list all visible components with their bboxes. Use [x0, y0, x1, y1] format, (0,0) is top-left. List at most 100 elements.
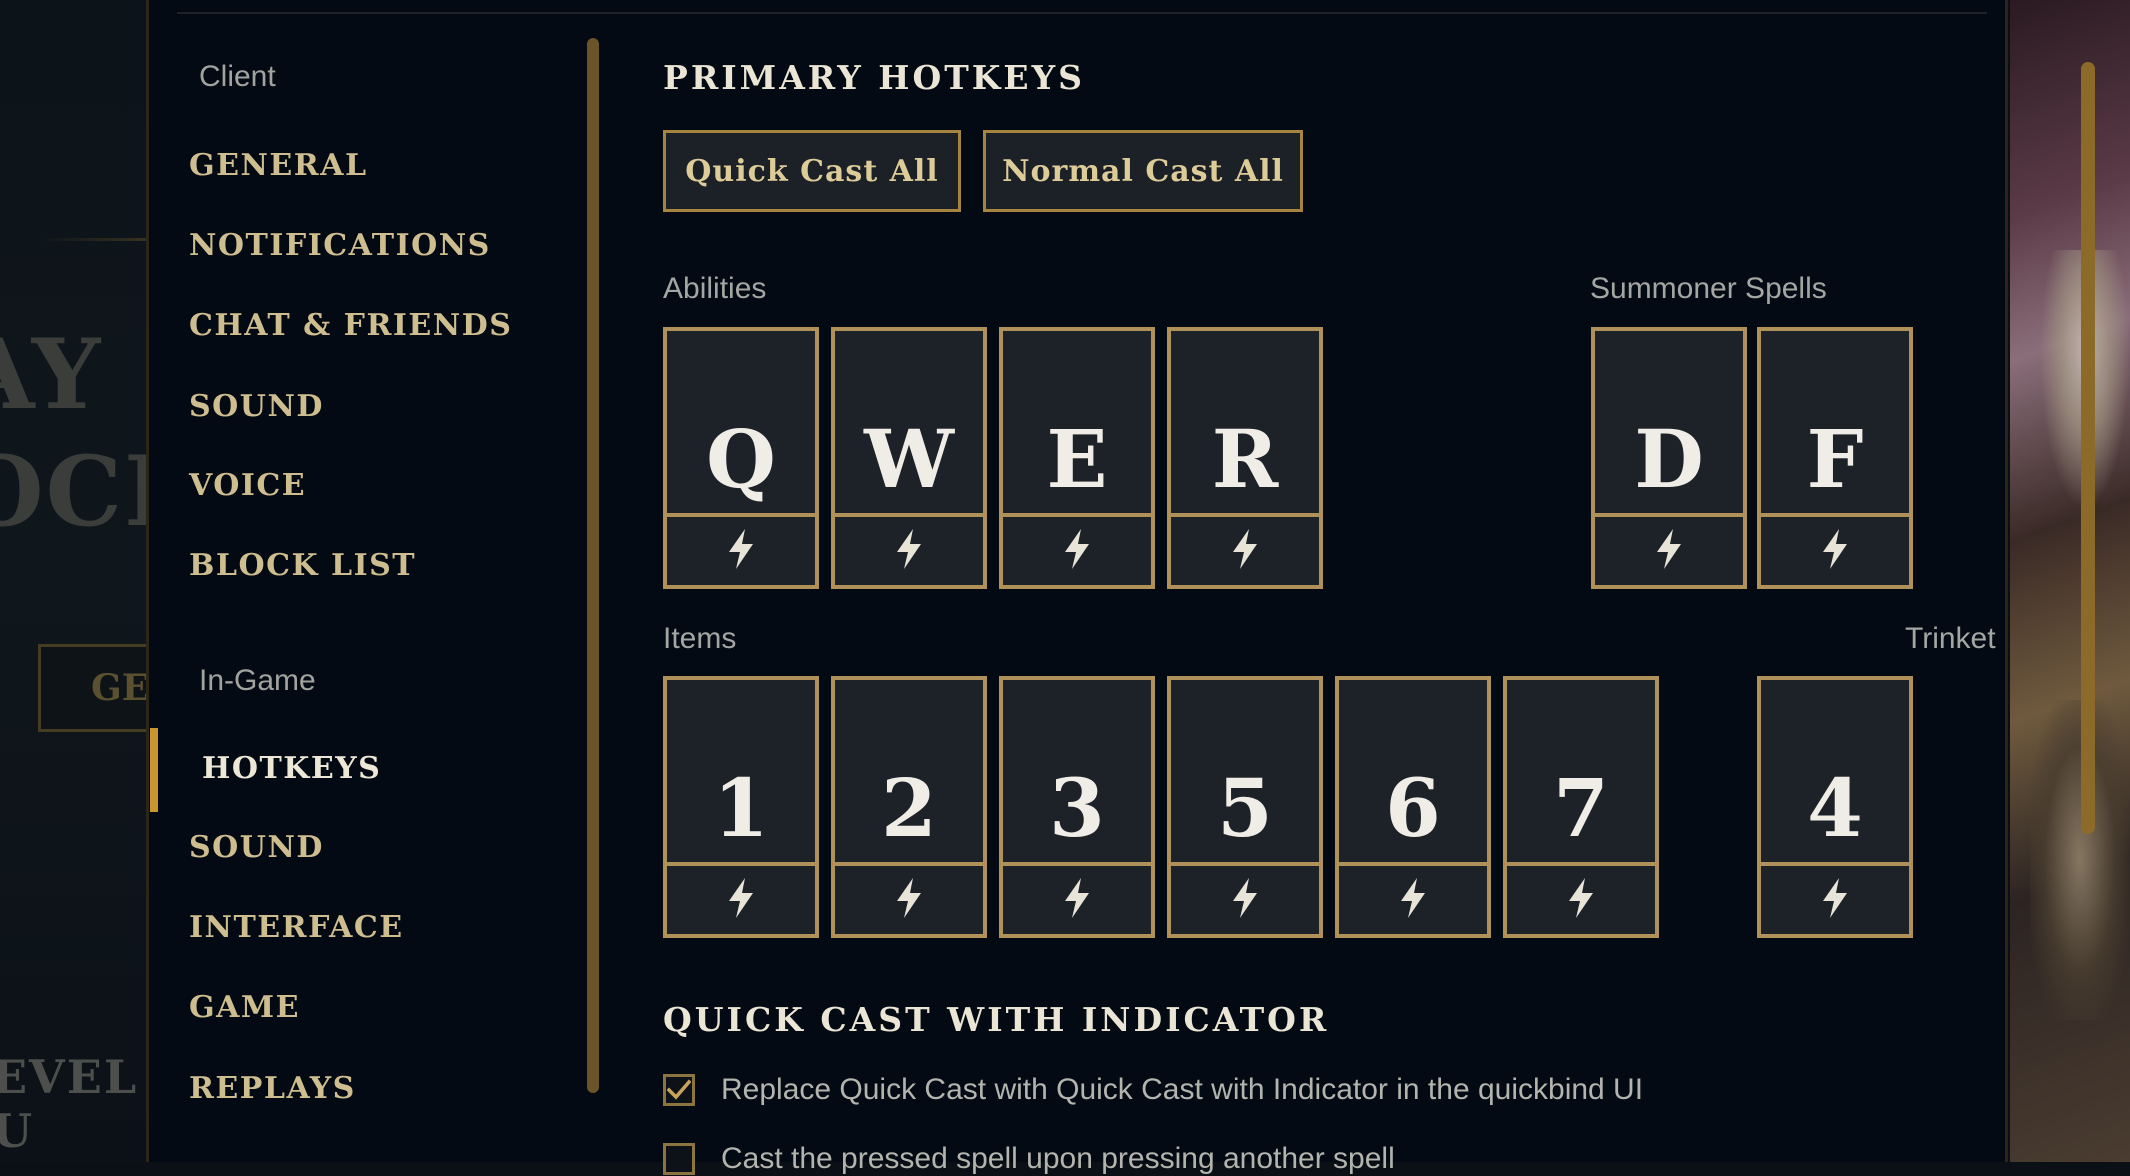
sidebar-item-block-list[interactable]: BLOCK LIST	[189, 548, 416, 583]
quick-cast-toggle[interactable]	[1595, 513, 1743, 585]
keybind-label-area: 7	[1507, 680, 1655, 866]
quick-cast-all-button[interactable]: Quick Cast All	[663, 130, 961, 212]
background-title-line-1: AY	[0, 318, 103, 431]
keybind-label-area: E	[1003, 331, 1151, 517]
quick-cast-toggle[interactable]	[1171, 513, 1319, 585]
keybind-label: 4	[1807, 761, 1863, 855]
keybind-label: Q	[706, 412, 776, 506]
keybind-label: R	[1211, 412, 1279, 506]
sidebar-scrollbar[interactable]	[587, 38, 599, 1093]
summoner-spell-key[interactable]: D	[1591, 327, 1747, 589]
ability-key[interactable]: W	[831, 327, 987, 589]
normal-cast-all-button[interactable]: Normal Cast All	[983, 130, 1303, 212]
item-key[interactable]: 6	[1335, 676, 1491, 938]
keybind-label-area: 5	[1171, 680, 1319, 866]
content-scrollbar[interactable]	[2081, 62, 2095, 834]
hotkeys-content: PRIMARY HOTKEYS Quick Cast All Normal Ca…	[663, 0, 1996, 1175]
quick-cast-toggle[interactable]	[1507, 862, 1655, 934]
keybind-label: 1	[713, 761, 769, 855]
keybind-label-area: W	[835, 331, 983, 517]
keybind-label: E	[1046, 412, 1108, 506]
lightning-bolt-icon	[1401, 878, 1425, 918]
keybind-label: F	[1806, 412, 1864, 506]
item-key[interactable]: 3	[999, 676, 1155, 938]
background-art-shape	[2030, 700, 2130, 1020]
trinket-key[interactable]: 4	[1757, 676, 1913, 938]
item-key[interactable]: 2	[831, 676, 987, 938]
sidebar-item-hotkeys[interactable]: HOTKEYS	[202, 751, 381, 786]
keybind-label-area: R	[1171, 331, 1319, 517]
lightning-bolt-icon	[729, 529, 753, 569]
keybind-label: 6	[1385, 761, 1441, 855]
lightning-bolt-icon	[897, 878, 921, 918]
quick-cast-toggle[interactable]	[1761, 862, 1909, 934]
cast-pressed-spell-checkbox[interactable]	[663, 1143, 695, 1175]
checkmark-icon	[667, 1079, 691, 1100]
summoner-spells-label: Summoner Spells	[1590, 272, 1827, 305]
active-indicator	[150, 728, 158, 812]
keybind-label: 2	[881, 761, 937, 855]
keybind-label: 7	[1553, 761, 1609, 855]
sidebar-section-in-game: In-Game	[199, 664, 316, 697]
keybind-label: D	[1634, 412, 1704, 506]
quick-cast-toggle[interactable]	[835, 513, 983, 585]
ability-key[interactable]: R	[1167, 327, 1323, 589]
items-label: Items	[663, 622, 737, 655]
item-key[interactable]: 7	[1503, 676, 1659, 938]
lightning-bolt-icon	[1065, 878, 1089, 918]
background-footer-text: EVEL U	[0, 1050, 139, 1158]
sidebar-item-interface[interactable]: INTERFACE	[189, 910, 404, 945]
sidebar-item-general[interactable]: GENERAL	[189, 148, 368, 183]
keybind-label-area: 6	[1339, 680, 1487, 866]
option-cast-pressed-spell: Cast the pressed spell upon pressing ano…	[663, 1142, 1395, 1176]
background-title-line-2: OCK	[0, 435, 148, 548]
lightning-bolt-icon	[729, 878, 753, 918]
sidebar-item-game[interactable]: GAME	[189, 990, 300, 1025]
keybind-label: 5	[1217, 761, 1273, 855]
lightning-bolt-icon	[1823, 878, 1847, 918]
lightning-bolt-icon	[1233, 529, 1257, 569]
replace-quick-cast-checkbox[interactable]	[663, 1074, 695, 1106]
lightning-bolt-icon	[897, 529, 921, 569]
background-button: GE	[38, 644, 148, 732]
sidebar-item-replays[interactable]: REPLAYS	[189, 1071, 356, 1106]
lightning-bolt-icon	[1065, 529, 1089, 569]
sidebar-item-chat-friends[interactable]: CHAT & FRIENDS	[189, 308, 512, 343]
replace-quick-cast-label: Replace Quick Cast with Quick Cast with …	[721, 1073, 1644, 1106]
quick-cast-toggle[interactable]	[1171, 862, 1319, 934]
quick-cast-toggle[interactable]	[1003, 513, 1151, 585]
quick-cast-toggle[interactable]	[667, 862, 815, 934]
lightning-bolt-icon	[1657, 529, 1681, 569]
summoner-spell-key[interactable]: F	[1757, 327, 1913, 589]
trinket-label: Trinket	[1905, 622, 1996, 655]
sidebar-item-sound[interactable]: SOUND	[189, 389, 324, 424]
quick-cast-toggle[interactable]	[1339, 862, 1487, 934]
decorative-line	[40, 238, 148, 241]
ability-key[interactable]: Q	[663, 327, 819, 589]
quick-cast-toggle[interactable]	[835, 862, 983, 934]
sidebar-item-ingame-sound[interactable]: SOUND	[189, 830, 324, 865]
item-key[interactable]: 1	[663, 676, 819, 938]
sidebar-item-voice[interactable]: VOICE	[189, 468, 306, 503]
quick-cast-toggle[interactable]	[1003, 862, 1151, 934]
lightning-bolt-icon	[1569, 878, 1593, 918]
lightning-bolt-icon	[1823, 529, 1847, 569]
ability-key[interactable]: E	[999, 327, 1155, 589]
keybind-label: W	[864, 412, 954, 506]
background-right-art	[2010, 0, 2130, 1162]
quick-cast-toggle[interactable]	[667, 513, 815, 585]
quick-cast-indicator-title: QUICK CAST WITH INDICATOR	[663, 1000, 1330, 1039]
keybind-label-area: Q	[667, 331, 815, 517]
background-button-label: GE	[91, 667, 148, 709]
quick-cast-toggle[interactable]	[1761, 513, 1909, 585]
background-left-art: AY OCK GE EVEL U	[0, 0, 148, 1162]
lightning-bolt-icon	[1233, 878, 1257, 918]
primary-hotkeys-title: PRIMARY HOTKEYS	[663, 58, 1085, 97]
cast-pressed-spell-label: Cast the pressed spell upon pressing ano…	[721, 1142, 1395, 1175]
keybind-label-area: D	[1595, 331, 1743, 517]
sidebar-section-client: Client	[199, 60, 276, 93]
sidebar-item-notifications[interactable]: NOTIFICATIONS	[189, 228, 491, 263]
option-replace-quick-cast: Replace Quick Cast with Quick Cast with …	[663, 1073, 1643, 1107]
item-key[interactable]: 5	[1167, 676, 1323, 938]
keybind-label-area: F	[1761, 331, 1909, 517]
